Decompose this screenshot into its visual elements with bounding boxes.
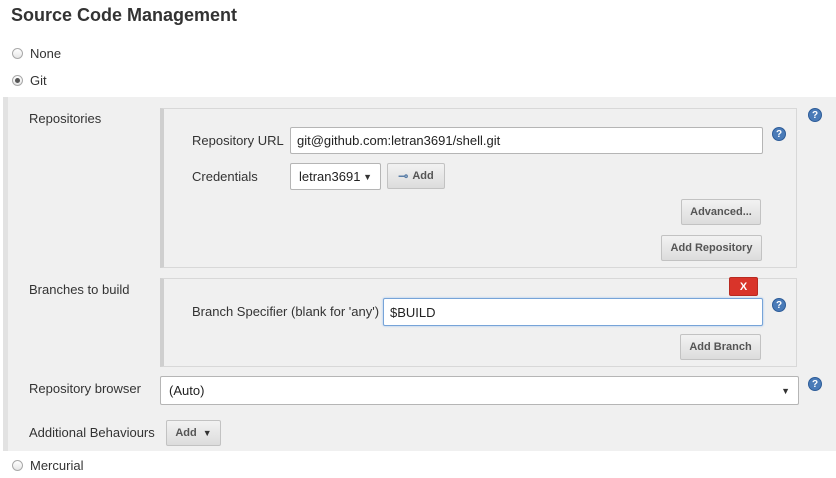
radio-mercurial[interactable] bbox=[12, 460, 23, 471]
repositories-help-icon[interactable]: ? bbox=[808, 108, 822, 122]
credentials-add-label: Add bbox=[412, 170, 434, 182]
repository-url-label: Repository URL bbox=[192, 133, 284, 148]
branches-label: Branches to build bbox=[29, 282, 130, 297]
repository-browser-help-icon[interactable]: ? bbox=[808, 377, 822, 391]
credentials-label: Credentials bbox=[192, 169, 258, 184]
radio-mercurial-label: Mercurial bbox=[30, 458, 84, 473]
branch-specifier-help-icon[interactable]: ? bbox=[772, 298, 786, 312]
chevron-down-icon: ▼ bbox=[202, 428, 212, 438]
scm-option-mercurial[interactable]: Mercurial bbox=[12, 458, 83, 473]
repository-browser-select[interactable]: (Auto) ▼ bbox=[160, 376, 799, 405]
chevron-down-icon: ▼ bbox=[781, 385, 790, 396]
add-branch-button[interactable]: Add Branch bbox=[680, 334, 761, 360]
add-repository-button[interactable]: Add Repository bbox=[661, 235, 762, 261]
additional-behaviours-label: Additional Behaviours bbox=[29, 425, 155, 440]
scm-option-git[interactable]: Git bbox=[12, 73, 47, 88]
repository-browser-value: (Auto) bbox=[169, 383, 205, 398]
advanced-button[interactable]: Advanced... bbox=[681, 199, 761, 225]
credentials-select[interactable]: letran3691 ▼ bbox=[290, 163, 381, 190]
branch-specifier-input[interactable]: $BUILD bbox=[383, 298, 763, 326]
chevron-down-icon: ▼ bbox=[363, 171, 372, 182]
credentials-value: letran3691 bbox=[299, 169, 361, 184]
repository-browser-label: Repository browser bbox=[29, 381, 141, 396]
radio-git[interactable] bbox=[12, 75, 23, 86]
credentials-add-button[interactable]: ⊸ Add bbox=[387, 163, 445, 189]
delete-branch-button[interactable]: X bbox=[729, 277, 758, 296]
repository-url-help-icon[interactable]: ? bbox=[772, 127, 786, 141]
repository-url-input[interactable]: git@github.com:letran3691/shell.git bbox=[290, 127, 763, 154]
branch-specifier-label: Branch Specifier (blank for 'any') bbox=[192, 304, 380, 319]
key-icon: ⊸ bbox=[398, 169, 409, 183]
git-config-strip bbox=[3, 97, 8, 451]
additional-behaviours-add-label: Add bbox=[175, 427, 197, 439]
additional-behaviours-add-button[interactable]: Add ▼ bbox=[166, 420, 221, 446]
radio-git-label: Git bbox=[30, 73, 47, 88]
radio-none-label: None bbox=[30, 46, 62, 61]
radio-none[interactable] bbox=[12, 48, 23, 59]
scm-option-none[interactable]: None bbox=[12, 46, 61, 61]
section-title: Source Code Management bbox=[11, 5, 238, 25]
repositories-label: Repositories bbox=[29, 111, 102, 126]
